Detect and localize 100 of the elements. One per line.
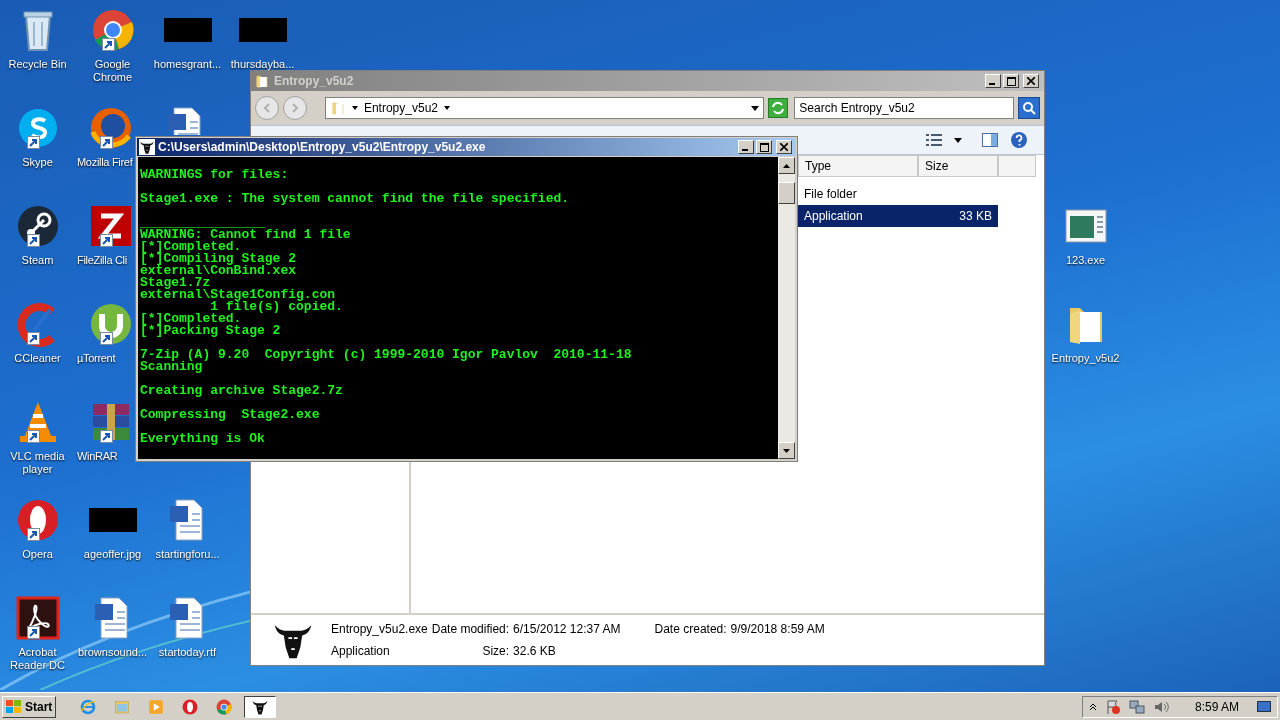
- shortcut-arrow-icon: [26, 234, 40, 247]
- window-title: C:\Users\admin\Desktop\Entropy_v5u2\Entropy_v5u2.exe: [158, 139, 486, 156]
- scroll-up-icon[interactable]: [783, 163, 790, 168]
- address-bar[interactable]: Entropy_v5u2: [324, 97, 765, 119]
- shortcut-arrow-icon: [26, 136, 40, 149]
- column-header[interactable]: Type: [798, 155, 918, 177]
- console-line: external\ConBind.xex: [140, 265, 298, 277]
- refresh-icon: [771, 101, 786, 115]
- console-line: Scanning: [140, 361, 203, 373]
- refresh-button[interactable]: [768, 98, 789, 118]
- console-line: WARNINGS for files:: [140, 169, 290, 181]
- ring-icon: [181, 697, 200, 716]
- icon-label[interactable]: homesgrant...: [153, 58, 222, 71]
- icon-label[interactable]: FileZilla Cli: [77, 254, 127, 267]
- folder-icon: [254, 73, 270, 89]
- search-button[interactable]: [1018, 97, 1040, 119]
- chevron-up-icon[interactable]: [1088, 702, 1097, 711]
- dropdown-icon[interactable]: [751, 104, 760, 112]
- bull-head-icon: [139, 139, 155, 155]
- icon-label[interactable]: Recycle Bin: [8, 58, 67, 71]
- console-line: Everything is Ok: [140, 433, 266, 445]
- icon-label[interactable]: Mozilla Firef: [77, 156, 133, 169]
- column-header[interactable]: Size: [918, 155, 998, 177]
- icon-label[interactable]: Entropy_v5u2: [1051, 352, 1120, 365]
- shortcut-arrow-icon: [100, 332, 113, 345]
- icon-label[interactable]: WinRAR: [77, 450, 118, 463]
- network-icon[interactable]: [1128, 698, 1145, 715]
- field-value: 32.6 KB: [513, 643, 557, 660]
- icon-label[interactable]: Google Chrome: [75, 58, 150, 84]
- color-wheel-icon: [215, 697, 234, 716]
- shortcut-arrow-icon: [26, 430, 40, 443]
- console-line: [*]Completed.: [140, 313, 242, 325]
- play-icon: [147, 697, 166, 716]
- minimize-button[interactable]: [985, 74, 1001, 88]
- globe-icon: [79, 697, 98, 716]
- field-value: 6/15/2012 12:37 AM: [513, 621, 621, 638]
- maximize-button[interactable]: [1003, 74, 1019, 88]
- minimize-button[interactable]: [738, 140, 754, 154]
- taskbar-button[interactable]: [244, 695, 277, 718]
- chevron-icon: [351, 105, 358, 111]
- shortcut-arrow-icon: [100, 234, 113, 247]
- maximize-icon: [1006, 76, 1016, 86]
- console-line: Creating archive Stage2.7z: [140, 385, 344, 397]
- preview-pane-icon[interactable]: [982, 133, 998, 147]
- icon-label[interactable]: startingforu...: [155, 548, 220, 561]
- console-line: 7-Zip (A) 9.20 Copyright (c) 1999-2010 Igor Pavlov 2010-11-18: [140, 349, 633, 361]
- close-button[interactable]: [1023, 74, 1039, 88]
- console-line: Stage1.7z: [140, 277, 211, 289]
- console-line: external\Stage1Config.con: [140, 289, 336, 301]
- start-button[interactable]: Start: [2, 695, 57, 718]
- view-options-icon[interactable]: [926, 133, 942, 147]
- shortcut-arrow-icon: [26, 332, 40, 345]
- icon-label[interactable]: Acrobat Reader DC: [0, 646, 75, 672]
- file-name: Entropy_v5u2.exe: [331, 621, 428, 638]
- console-line: 1 file(s) copied.: [210, 301, 344, 313]
- icon-label[interactable]: ageoffer.jpg: [83, 548, 142, 561]
- icon-label[interactable]: Steam: [21, 254, 54, 267]
- scrollbar[interactable]: [778, 157, 795, 459]
- maximize-button[interactable]: [756, 140, 772, 154]
- console-line: WARNING: Cannot find 1 file: [140, 229, 352, 241]
- dropdown-icon[interactable]: [954, 136, 962, 144]
- field-label: Date created:: [654, 621, 727, 638]
- field-label: Date modified:: [431, 621, 510, 638]
- scroll-thumb[interactable]: [778, 182, 795, 204]
- search-icon: [1022, 101, 1036, 115]
- shortcut-arrow-icon: [100, 430, 113, 443]
- file-row[interactable]: Application 33 KB: [798, 205, 998, 227]
- icon-label[interactable]: Opera: [22, 548, 53, 561]
- chevron-icon: [444, 105, 450, 111]
- close-button[interactable]: [776, 140, 792, 154]
- help-icon[interactable]: [1010, 131, 1028, 149]
- scroll-down-icon[interactable]: [783, 448, 790, 453]
- console-line: ________________: [140, 217, 265, 229]
- console-line: Compressing Stage2.exe: [140, 409, 321, 421]
- icon-label[interactable]: thursdayba...: [230, 58, 295, 71]
- search-field[interactable]: Search Entropy_v5u2: [794, 97, 1014, 119]
- icon-label[interactable]: brownsound...: [77, 646, 148, 659]
- file-row[interactable]: File folder: [798, 183, 998, 205]
- shortcut-arrow-icon: [100, 136, 113, 149]
- icon-label[interactable]: CCleaner: [14, 352, 61, 365]
- icon-label[interactable]: 123.exe: [1065, 254, 1106, 267]
- close-icon: [780, 143, 788, 151]
- clock[interactable]: 8:59 AM: [1194, 697, 1239, 716]
- console-line: [*]Packing Stage 2: [140, 325, 282, 337]
- window-title: Entropy_v5u2: [274, 73, 354, 90]
- maximize-icon: [759, 142, 769, 152]
- console-line: [*]Completed.: [140, 241, 242, 253]
- show-desktop-icon[interactable]: [1257, 699, 1271, 714]
- icon-label[interactable]: startoday.rtf: [158, 646, 217, 659]
- windows-logo-icon: [6, 699, 22, 714]
- close-icon: [1027, 77, 1035, 85]
- icon-label[interactable]: µTorrent: [77, 352, 116, 365]
- flag-warning-icon[interactable]: [1104, 698, 1121, 715]
- icon-label[interactable]: VLC media player: [0, 450, 75, 476]
- console-line: Stage1.exe : The system cannot find the file specified.: [140, 193, 571, 205]
- console-line: [*]Compiling Stage 2: [140, 253, 298, 265]
- shortcut-arrow-icon: [26, 626, 40, 639]
- shortcut-arrow-icon: [26, 528, 40, 541]
- icon-label[interactable]: Skype: [22, 156, 53, 169]
- shortcut-arrow-icon: [101, 38, 115, 51]
